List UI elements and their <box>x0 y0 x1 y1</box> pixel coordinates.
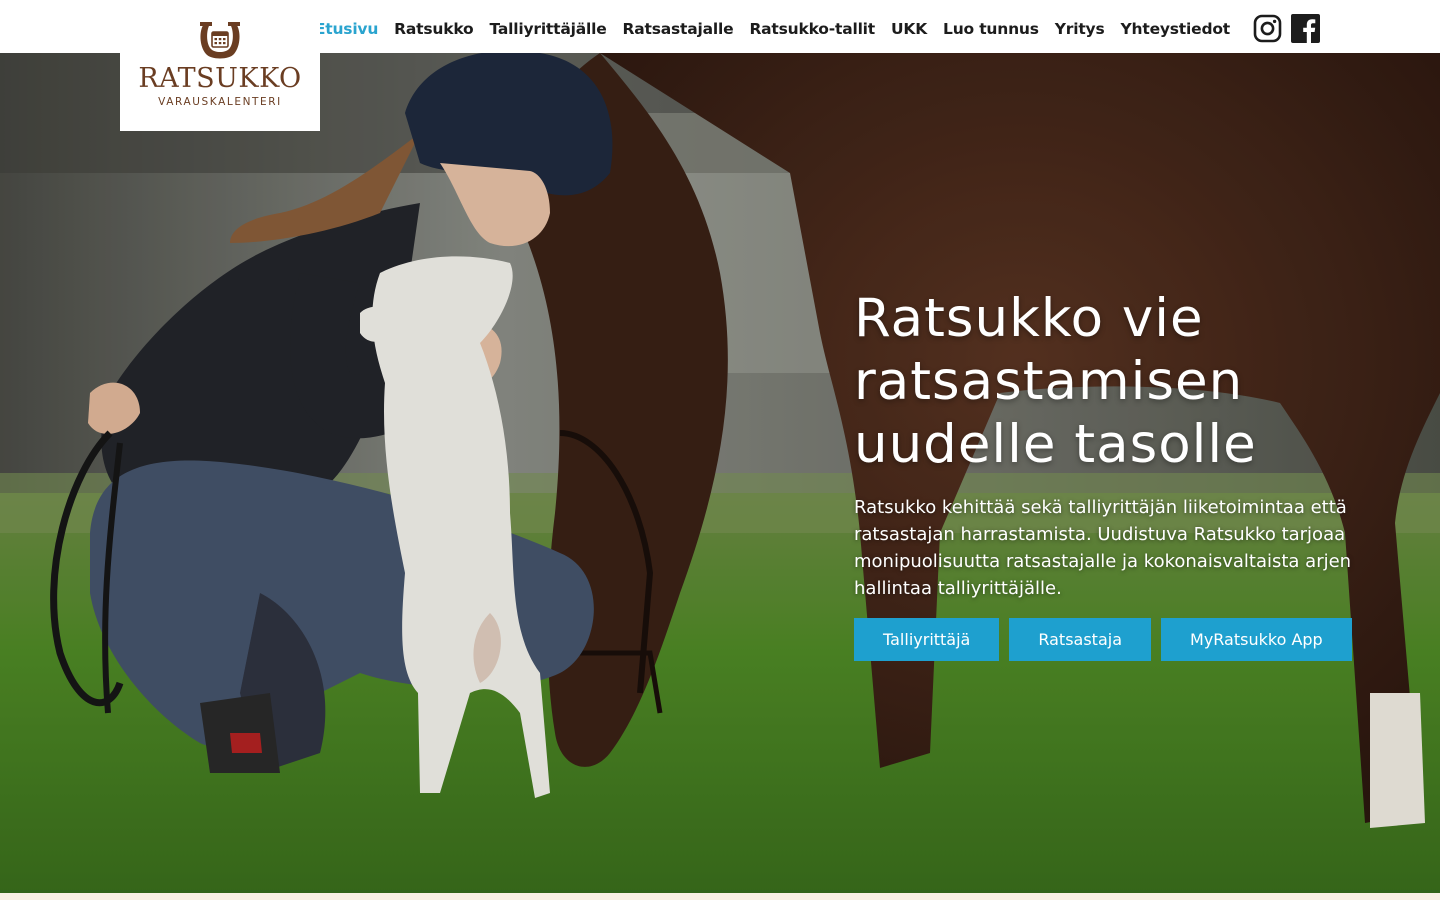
talliyrittaja-button[interactable]: Talliyrittäjä <box>854 618 1000 661</box>
nav-item-etusivu[interactable]: Etusivu <box>315 16 379 42</box>
horseshoe-calendar-icon <box>200 22 240 59</box>
nav-item-ratsastajalle[interactable]: Ratsastajalle <box>623 16 734 42</box>
facebook-icon[interactable] <box>1291 14 1320 43</box>
hero-heading-line-2: ratsastamisen <box>854 351 1244 412</box>
nav-item-talliyrittajalle[interactable]: Talliyrittäjälle <box>490 16 607 42</box>
logo-wordmark: RATSUKKO <box>138 63 302 94</box>
logo-tagline: VARAUSKALENTERI <box>158 96 282 108</box>
hero-heading-line-1: Ratsukko vie <box>854 288 1204 349</box>
hero-content: Ratsukko vie ratsastamisen uudelle tasol… <box>854 287 1374 661</box>
nav-item-ratsukko-tallit[interactable]: Ratsukko-tallit <box>749 16 875 42</box>
site-logo[interactable]: RATSUKKO VARAUSKALENTERI <box>120 0 320 131</box>
social-links <box>1244 14 1320 43</box>
nav-item-ratsukko[interactable]: Ratsukko <box>394 16 474 42</box>
hero-button-group: Talliyrittäjä Ratsastaja MyRatsukko App <box>854 618 1374 661</box>
nav-item-yritys[interactable]: Yritys <box>1055 16 1105 42</box>
nav-item-yhteystiedot[interactable]: Yhteystiedot <box>1121 16 1231 42</box>
nav-item-luo-tunnus[interactable]: Luo tunnus <box>943 16 1039 42</box>
main-navigation: Etusivu Ratsukko Talliyrittäjälle Ratsas… <box>299 14 1320 43</box>
hero-heading: Ratsukko vie ratsastamisen uudelle tasol… <box>854 287 1374 476</box>
hero-heading-line-3: uudelle tasolle <box>854 414 1257 475</box>
next-section-edge <box>0 893 1440 900</box>
instagram-icon[interactable] <box>1253 14 1282 43</box>
nav-item-ukk[interactable]: UKK <box>891 16 927 42</box>
hero-description: Ratsukko kehittää sekä talliyrittäjän li… <box>854 497 1352 599</box>
hero-section: Ratsukko vie ratsastamisen uudelle tasol… <box>0 53 1440 893</box>
myratsukko-app-button[interactable]: MyRatsukko App <box>1161 618 1352 661</box>
ratsastaja-button[interactable]: Ratsastaja <box>1009 618 1152 661</box>
